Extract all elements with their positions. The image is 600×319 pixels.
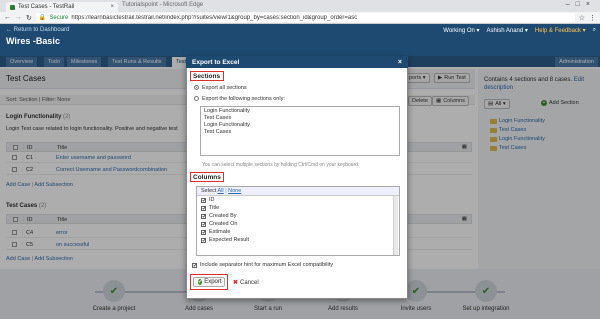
columns-label: Columns xyxy=(190,172,224,182)
columns-list: Select All | None ✔ ID ✔ Title ✔ Created By… xyxy=(196,186,400,256)
column-label: Title xyxy=(209,205,220,211)
list-item[interactable]: Login Functionality xyxy=(204,108,396,115)
radio-icon[interactable] xyxy=(194,85,199,91)
tab-favicon-icon xyxy=(10,4,15,10)
reload-icon[interactable]: ↻ xyxy=(26,14,32,22)
sections-label: Sections xyxy=(190,71,224,81)
column-label: Estimate xyxy=(209,229,231,235)
cancel-x-icon: ✖ xyxy=(233,280,239,286)
sections-listbox[interactable]: Login Functionality Test Cases Login Fun… xyxy=(200,106,400,156)
checkbox-checked-icon[interactable]: ✔ xyxy=(201,237,206,243)
select-none-link[interactable]: None xyxy=(228,188,241,194)
star-icon[interactable]: ☆ xyxy=(579,14,585,22)
radio-icon[interactable] xyxy=(194,96,199,102)
forward-icon[interactable]: → xyxy=(15,14,22,21)
radio-label: Export the following sections only: xyxy=(202,96,285,102)
list-item[interactable]: Login Functionality xyxy=(204,122,396,129)
url-field[interactable]: 🔒 Secure https://learnbasictestrail.test… xyxy=(35,13,575,22)
window-title: Tutorialspoint - Microsoft Edge xyxy=(122,2,204,8)
export-highlight: ✔ Export xyxy=(190,274,228,290)
column-label: Created By xyxy=(209,213,237,219)
close-tab-icon[interactable]: × xyxy=(110,4,114,10)
checkbox-checked-icon[interactable]: ✔ xyxy=(192,262,197,268)
column-option-id[interactable]: ✔ ID xyxy=(197,196,399,204)
column-option-expected-result[interactable]: ✔ Expected Result xyxy=(197,236,399,244)
user-menu[interactable]: Ashish Anand ▾ xyxy=(487,27,528,34)
project-title: Wires -Basic xyxy=(6,36,60,46)
checkbox-checked-icon[interactable]: ✔ xyxy=(201,205,206,211)
list-item[interactable]: Test Cases xyxy=(204,115,396,122)
close-icon[interactable]: × xyxy=(398,59,402,66)
column-option-created-on[interactable]: ✔ Created On xyxy=(197,220,399,228)
help-menu[interactable]: Help & Feedback ▾ xyxy=(535,27,586,34)
window-controls[interactable]: –□× xyxy=(566,1,596,8)
checkbox-checked-icon[interactable]: ✔ xyxy=(201,221,206,227)
separator-hint-option[interactable]: ✔ Include separator hint for maximum Exc… xyxy=(192,262,333,268)
column-option-title[interactable]: ✔ Title xyxy=(197,204,399,212)
search-icon[interactable]: ⌕ xyxy=(593,27,596,34)
list-item[interactable]: Test Cases xyxy=(204,129,396,136)
export-label: Export xyxy=(204,279,222,285)
secure-label: Secure xyxy=(49,14,69,21)
column-label: Expected Result xyxy=(209,237,250,243)
cancel-button[interactable]: ✖ Cancel xyxy=(233,279,259,287)
checkbox-checked-icon[interactable]: ✔ xyxy=(201,213,206,219)
working-on-menu[interactable]: Working On ▾ xyxy=(443,27,479,34)
tab-title: Test Cases - TestRail xyxy=(18,4,75,10)
return-dashboard-link[interactable]: ← Return to Dashboard xyxy=(6,27,69,33)
column-label: Created On xyxy=(209,221,238,227)
browser-tab[interactable]: Test Cases - TestRail × xyxy=(6,2,118,12)
columns-scrollbar[interactable] xyxy=(393,196,398,255)
menu-icon[interactable]: ⋮ xyxy=(589,14,596,22)
radio-export-following[interactable]: Export the following sections only: xyxy=(194,96,285,102)
address-bar: ← → ↻ 🔒 Secure https://learnbasictestrai… xyxy=(0,12,600,24)
dialog-title: Export to Excel xyxy=(192,58,240,66)
select-links: Select All | None xyxy=(197,187,399,196)
column-label: ID xyxy=(209,197,215,203)
radio-export-all[interactable]: Export all sections xyxy=(194,85,247,91)
header-menu: Working On ▾ Ashish Anand ▾ Help & Feedb… xyxy=(443,27,596,34)
checkbox-checked-icon[interactable]: ✔ xyxy=(201,197,206,203)
checkbox-checked-icon[interactable]: ✔ xyxy=(201,229,206,235)
column-option-created-by[interactable]: ✔ Created By xyxy=(197,212,399,220)
back-icon[interactable]: ← xyxy=(4,14,11,21)
cancel-label: Cancel xyxy=(240,279,259,286)
check-icon: ✔ xyxy=(198,279,203,285)
url-text: https://learnbasictestrail.testrail.net/… xyxy=(71,14,358,21)
separator-hint-label: Include separator hint for maximum Excel… xyxy=(200,262,333,268)
lock-icon: 🔒 xyxy=(38,15,47,21)
column-option-estimate[interactable]: ✔ Estimate xyxy=(197,228,399,236)
dialog-header: Export to Excel × xyxy=(186,56,408,68)
radio-label: Export all sections xyxy=(202,85,247,91)
select-all-link[interactable]: All xyxy=(218,188,224,194)
multi-select-hint: You can select multiple sections by hold… xyxy=(202,162,360,168)
select-prefix: Select xyxy=(201,188,217,194)
export-button[interactable]: ✔ Export xyxy=(193,277,225,287)
